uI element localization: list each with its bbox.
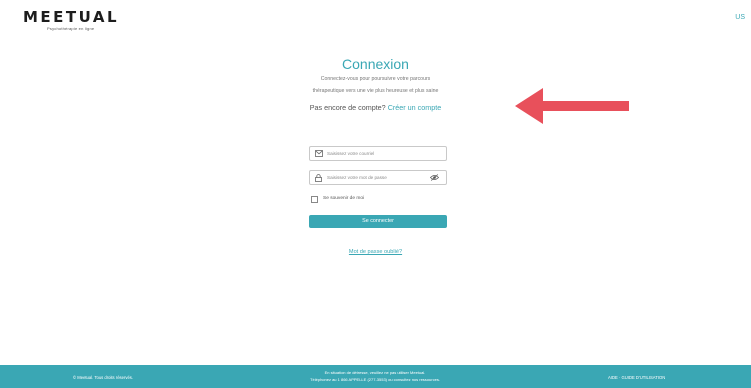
description-line-2: thérapeutique vers une vie plus heureuse…	[312, 88, 439, 94]
footer-links[interactable]: AIDE · GUIDE D'UTILISATION	[608, 375, 665, 380]
footer-notice-line-1: En situation de détresse, veuillez ne pa…	[324, 370, 426, 375]
lock-icon	[315, 174, 322, 182]
footer-copyright: © Meetual. Tous droits réservés.	[73, 375, 134, 380]
signup-prompt: Pas encore de compte?	[309, 103, 386, 112]
email-input[interactable]	[327, 148, 427, 159]
footer: © Meetual. Tous droits réservés. En situ…	[0, 365, 751, 388]
login-button[interactable]: Se connecter	[309, 215, 447, 228]
forgot-password-text[interactable]: Mot de passe oublié?	[349, 249, 402, 255]
forgot-password-link: Mot de passe oublié?	[0, 249, 751, 255]
footer-notice-line-2[interactable]: Téléphonez au 1 866 APPELLE (277-3553) o…	[260, 376, 490, 383]
remember-me-label[interactable]: Se souvenir de moi	[323, 196, 364, 201]
language-switcher[interactable]: US	[735, 14, 745, 21]
logo[interactable]: MEETUAL Psychothérapie en ligne	[23, 9, 119, 31]
mail-icon	[315, 150, 323, 157]
red-arrow-annotation	[515, 88, 629, 124]
logo-tagline: Psychothérapie en ligne	[47, 26, 95, 31]
signup-prompt-row: Pas encore de compte? Créer un compte	[0, 103, 751, 112]
logo-wordmark: MEETUAL	[23, 8, 120, 26]
description-line-1: Connectez-vous pour poursuivre votre par…	[320, 76, 431, 82]
page-title: Connexion	[342, 56, 409, 72]
eye-off-icon[interactable]	[430, 174, 439, 181]
remember-me-checkbox[interactable]	[311, 196, 318, 203]
password-input[interactable]	[327, 172, 427, 183]
footer-crisis-notice: En situation de détresse, veuillez ne pa…	[260, 369, 490, 383]
email-field[interactable]	[309, 146, 447, 161]
password-field[interactable]	[309, 170, 447, 185]
create-account-link[interactable]: Créer un compte	[388, 103, 442, 112]
